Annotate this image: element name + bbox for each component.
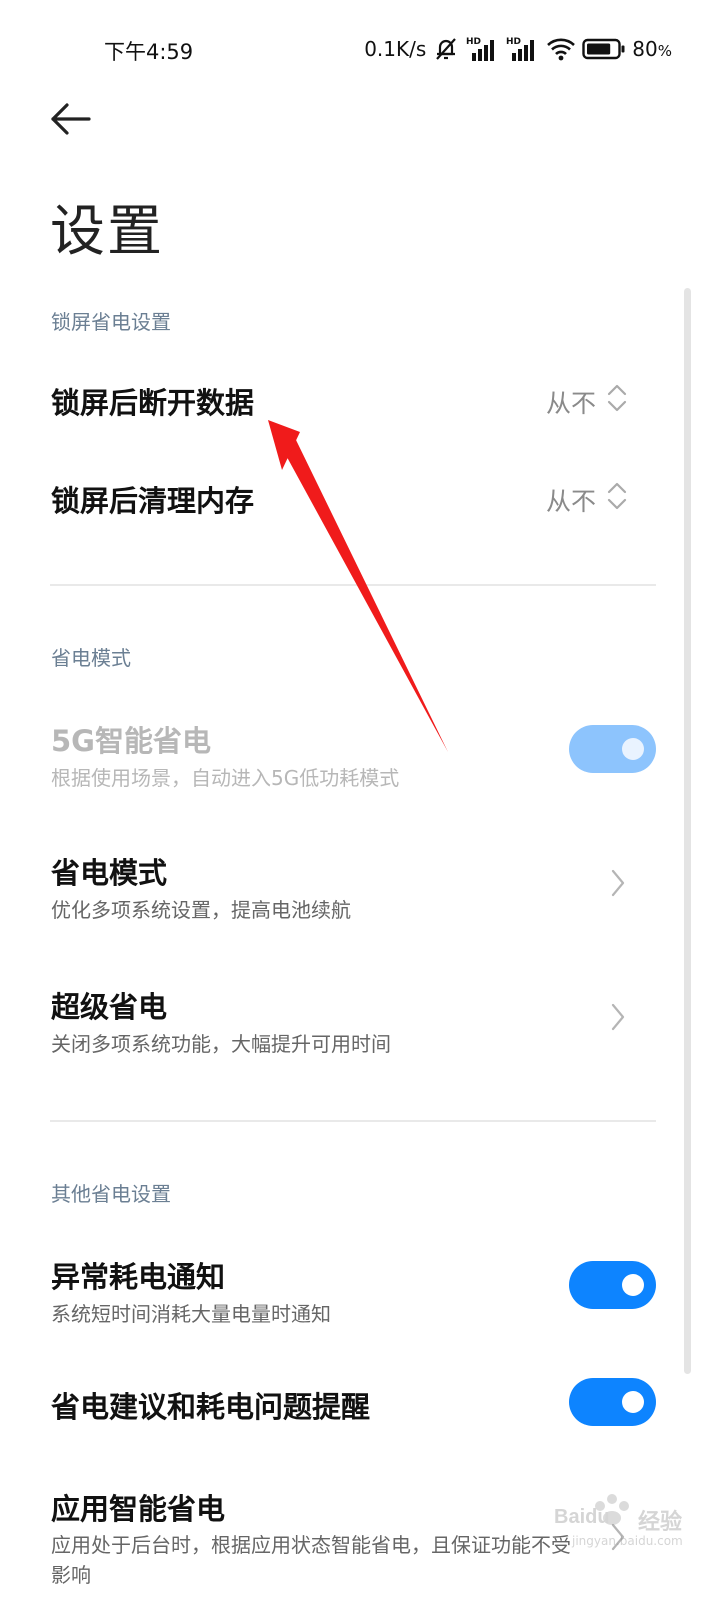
toggle-knob [622,1391,644,1413]
setting-title: 省电模式 [51,856,168,890]
sim1-hd-badge: HD [466,37,481,47]
section-label-other: 其他省电设置 [51,1182,171,1206]
watermark-brand: Baidu [554,1506,610,1528]
divider [50,1120,656,1122]
toggle-abnormal-drain-notify[interactable] [569,1261,656,1309]
toggle-knob [622,1274,644,1296]
chevron-right-icon [611,1003,625,1031]
battery-icon [582,37,626,61]
page-title: 设置 [50,199,165,263]
toggle-knob [622,738,644,760]
status-icons: 0.1K/s HD HD 80% [364,34,672,64]
section-label-lock: 锁屏省电设置 [51,310,171,334]
setting-subtitle: 优化多项系统设置，提高电池续航 [51,898,351,922]
setting-title: 锁屏后清理内存 [51,484,255,518]
status-bar: 下午4:59 0.1K/s HD HD 80% [0,0,720,96]
setting-disconnect-data[interactable]: 锁屏后断开数据 从不 [0,360,690,440]
mute-bell-icon [432,35,460,63]
setting-title: 省电建议和耗电问题提醒 [51,1390,371,1424]
toggle-power-suggestions[interactable] [569,1378,656,1426]
setting-value: 从不 [545,487,596,516]
battery-percent: 80% [632,37,672,61]
setting-subtitle: 系统短时间消耗大量电量时通知 [51,1302,331,1326]
setting-subtitle: 关闭多项系统功能，大幅提升可用时间 [51,1032,391,1056]
setting-title: 异常耗电通知 [51,1260,226,1294]
watermark-url: jingyan.baidu.com [572,1534,683,1548]
setting-ultra-power-save[interactable]: 超级省电 关闭多项系统功能，大幅提升可用时间 [0,974,690,1064]
scrollbar[interactable] [684,288,691,1374]
wifi-icon [546,36,576,62]
setting-clear-memory[interactable]: 锁屏后清理内存 从不 [0,458,690,538]
back-button[interactable] [48,98,96,142]
setting-subtitle: 应用处于后台时，根据应用状态智能省电，且保证功能不受影响 [51,1533,571,1587]
setting-subtitle: 根据使用场景，自动进入5G低功耗模式 [51,766,400,790]
setting-title: 应用智能省电 [51,1492,226,1526]
updown-chevron-icon [607,482,627,510]
updown-chevron-icon [607,384,627,412]
signal-sim1-icon: HD [466,35,500,63]
net-speed: 0.1K/s [364,37,427,61]
setting-title: 5G智能省电 [51,724,211,758]
watermark-suffix: 经验 [638,1510,683,1535]
section-label-mode: 省电模式 [51,646,131,670]
setting-title: 锁屏后断开数据 [51,386,255,420]
sim2-hd-badge: HD [506,37,521,47]
setting-value: 从不 [545,389,596,418]
signal-sim2-icon: HD [506,35,540,63]
setting-title: 超级省电 [51,990,168,1024]
status-time: 下午4:59 [104,40,194,64]
divider [50,584,656,586]
toggle-5g-smart-save[interactable] [569,725,656,773]
setting-power-save-mode[interactable]: 省电模式 优化多项系统设置，提高电池续航 [0,840,690,930]
chevron-right-icon [611,869,625,897]
back-arrow-icon [51,103,91,135]
watermark: Baidu 经验 jingyan.baidu.com [552,1484,712,1554]
